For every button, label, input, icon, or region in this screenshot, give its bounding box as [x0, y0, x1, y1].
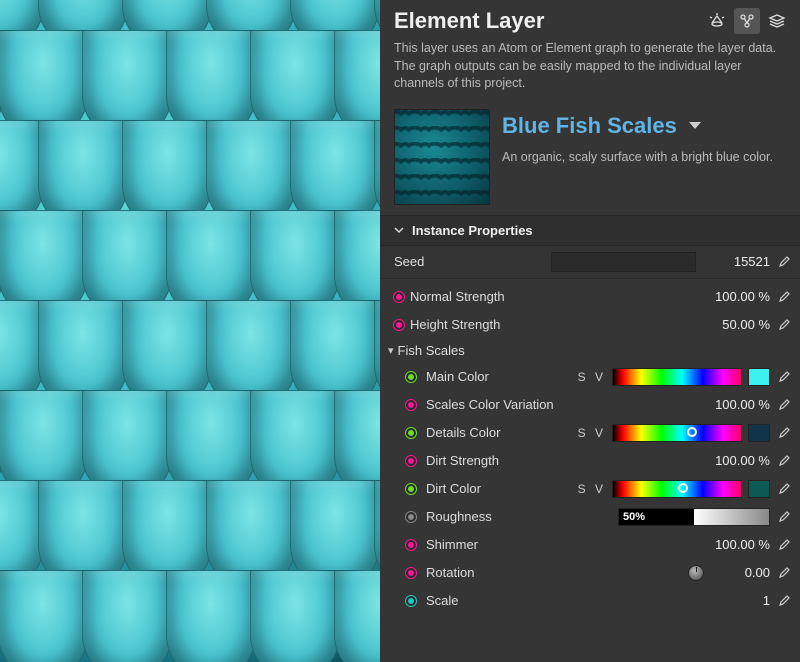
edit-icon[interactable]	[776, 481, 792, 497]
param-dot-icon	[406, 400, 416, 410]
details-color-swatch[interactable]	[748, 424, 770, 442]
param-dot-icon	[406, 484, 416, 494]
panel-title: Element Layer	[394, 8, 544, 34]
param-dot-icon	[406, 596, 416, 606]
group-label: Fish Scales	[398, 343, 465, 358]
scale-value[interactable]: 1	[710, 593, 770, 608]
fish-scales-group[interactable]: ▾ Fish Scales	[380, 339, 800, 363]
edit-icon[interactable]	[776, 509, 792, 525]
texture-preview[interactable]	[0, 0, 380, 662]
node-graph-icon[interactable]	[734, 8, 760, 34]
roughness-gauge: 50%	[623, 511, 645, 523]
scales-variation-value[interactable]: 100.00 %	[710, 397, 770, 412]
preset-thumbnail[interactable]	[394, 109, 490, 205]
preset-dropdown[interactable]: Blue Fish Scales	[502, 113, 786, 139]
chevron-down-icon	[687, 120, 703, 132]
main-color-label: Main Color	[426, 369, 572, 384]
section-title: Instance Properties	[412, 223, 533, 238]
main-color-swatch[interactable]	[748, 368, 770, 386]
height-strength-value[interactable]: 50.00 %	[710, 317, 770, 332]
shimmer-label: Shimmer	[426, 537, 704, 552]
shimmer-value[interactable]: 100.00 %	[710, 537, 770, 552]
properties-panel: Element Layer This layer uses an Atom or…	[380, 0, 800, 662]
main-color-picker[interactable]	[612, 368, 742, 386]
edit-icon[interactable]	[776, 289, 792, 305]
normal-strength-label: Normal Strength	[410, 289, 704, 304]
edit-icon[interactable]	[776, 369, 792, 385]
panel-description: This layer uses an Atom or Element graph…	[380, 38, 800, 103]
dirt-color-label: Dirt Color	[426, 481, 572, 496]
roughness-slider[interactable]: 50%	[618, 508, 770, 526]
roughness-label: Roughness	[426, 509, 612, 524]
param-dot-icon	[394, 320, 404, 330]
sv-label: S V	[578, 482, 606, 496]
sv-label: S V	[578, 426, 606, 440]
layers-icon[interactable]	[764, 8, 790, 34]
details-color-picker[interactable]	[612, 424, 742, 442]
param-dot-icon	[406, 372, 416, 382]
dirt-strength-value[interactable]: 100.00 %	[710, 453, 770, 468]
spotlight-icon[interactable]	[704, 8, 730, 34]
preset-name: Blue Fish Scales	[502, 113, 677, 139]
param-dot-icon	[406, 512, 416, 522]
param-dot-icon	[406, 568, 416, 578]
edit-icon[interactable]	[776, 593, 792, 609]
edit-icon[interactable]	[776, 453, 792, 469]
param-dot-icon	[406, 428, 416, 438]
scale-label: Scale	[426, 593, 704, 608]
param-dot-icon	[394, 292, 404, 302]
param-dot-icon	[406, 456, 416, 466]
dirt-color-swatch[interactable]	[748, 480, 770, 498]
preset-description: An organic, scaly surface with a bright …	[502, 149, 786, 166]
chevron-down-icon	[394, 225, 404, 235]
dirt-strength-label: Dirt Strength	[426, 453, 704, 468]
normal-strength-value[interactable]: 100.00 %	[710, 289, 770, 304]
edit-icon[interactable]	[776, 317, 792, 333]
height-strength-label: Height Strength	[410, 317, 704, 332]
scales-variation-label: Scales Color Variation	[426, 397, 704, 412]
edit-icon[interactable]	[776, 565, 792, 581]
instance-properties-header[interactable]: Instance Properties	[380, 215, 800, 246]
edit-icon[interactable]	[776, 397, 792, 413]
caret-down-icon: ▾	[388, 344, 394, 357]
rotation-value[interactable]: 0.00	[710, 565, 770, 580]
rotation-label: Rotation	[426, 565, 682, 580]
edit-icon[interactable]	[776, 254, 792, 270]
details-color-label: Details Color	[426, 425, 572, 440]
seed-input[interactable]	[551, 252, 696, 272]
seed-label: Seed	[394, 254, 537, 269]
dirt-color-picker[interactable]	[612, 480, 742, 498]
sv-label: S V	[578, 370, 606, 384]
edit-icon[interactable]	[776, 537, 792, 553]
param-dot-icon	[406, 540, 416, 550]
rotation-knob[interactable]	[688, 565, 704, 581]
seed-value: 15521	[710, 254, 770, 269]
edit-icon[interactable]	[776, 425, 792, 441]
